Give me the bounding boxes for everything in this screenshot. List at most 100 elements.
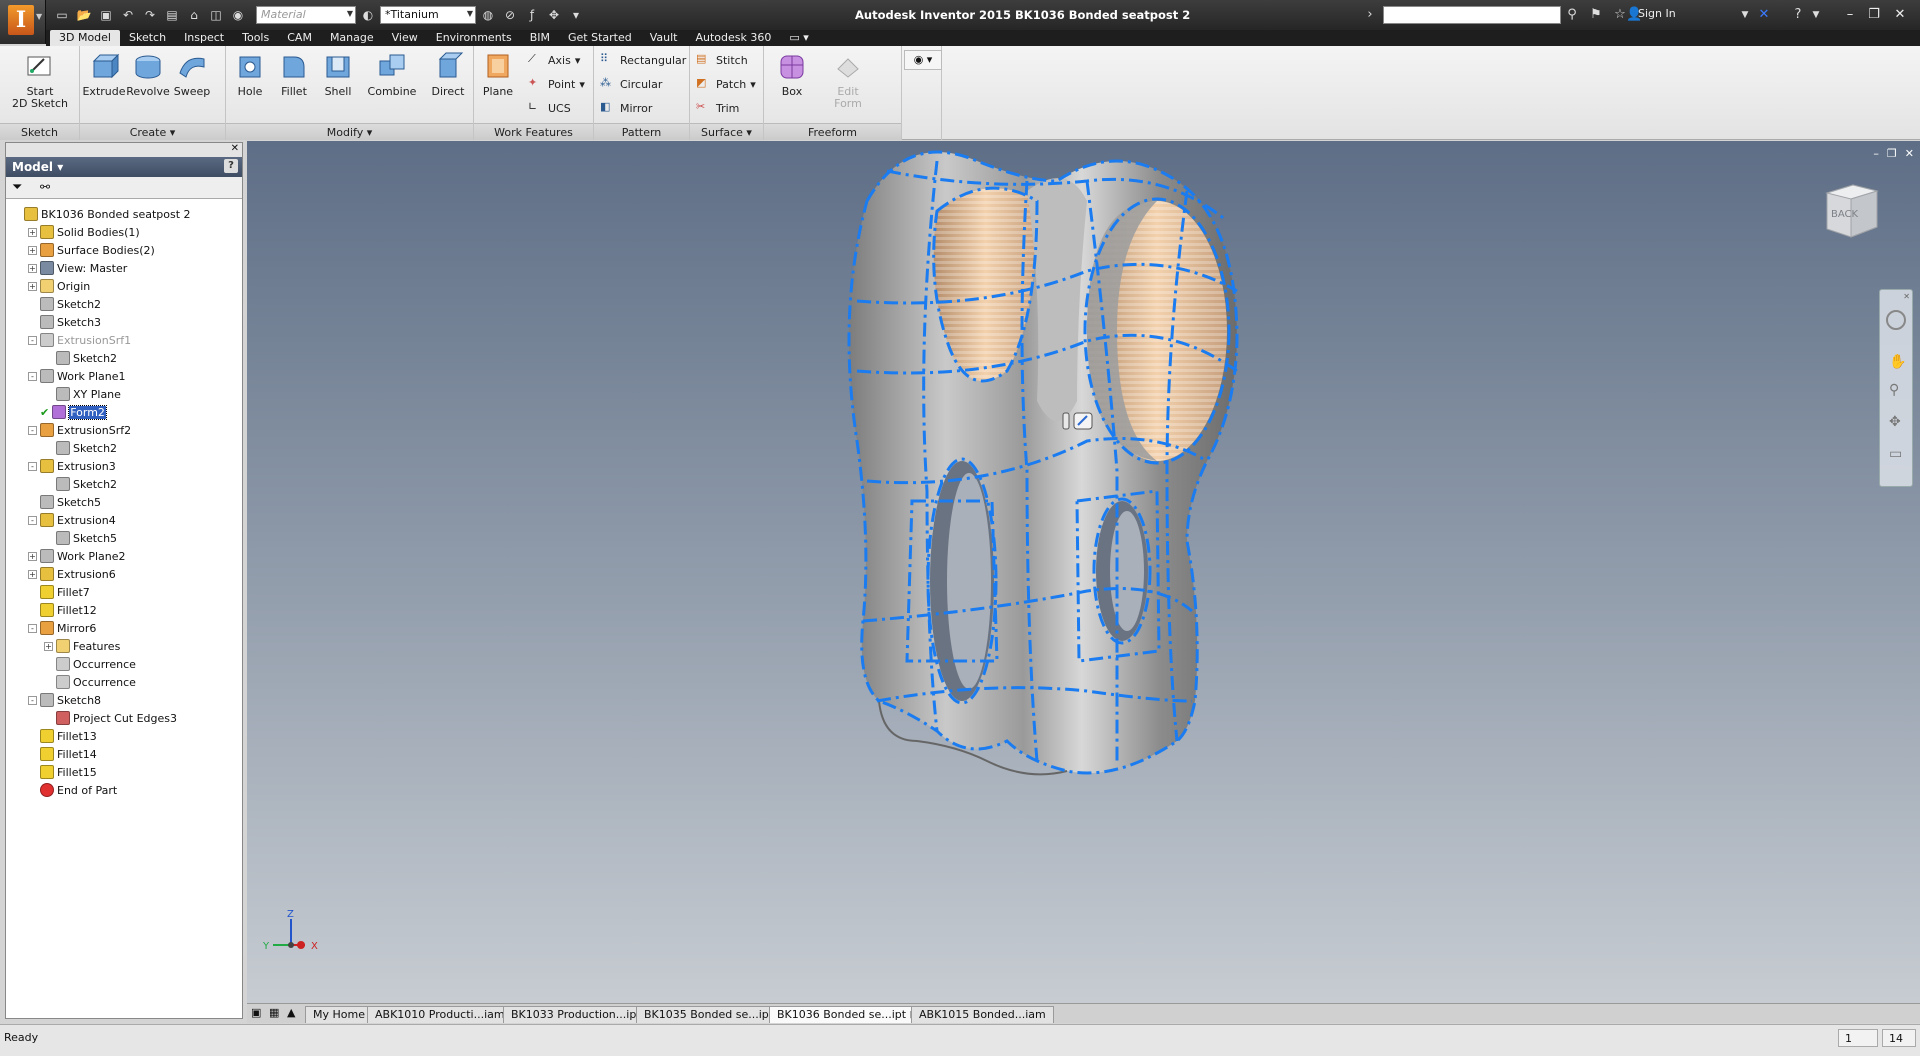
clear-icon[interactable]: ⊘ — [500, 5, 520, 25]
search-input[interactable] — [1383, 6, 1561, 24]
select-icon[interactable]: ◫ — [206, 5, 226, 25]
tab-view[interactable]: View — [383, 30, 427, 46]
seatpost-3d-model[interactable] — [787, 141, 1307, 941]
doc-tab-abk1010[interactable]: ABK1010 Producti...iam — [367, 1006, 513, 1023]
tab-get-started[interactable]: Get Started — [559, 30, 641, 46]
close-icon[interactable]: ✕ — [1905, 147, 1914, 160]
ucs-button[interactable]: ∟ UCS — [528, 98, 571, 118]
expand-toggle-icon[interactable]: + — [28, 263, 37, 273]
chevron-right-icon[interactable]: › — [1360, 5, 1380, 25]
expand-toggle-icon[interactable]: + — [28, 245, 37, 255]
expand-toggle-icon[interactable]: - — [28, 695, 37, 705]
adjust-icon[interactable]: ◍ — [478, 5, 498, 25]
restore-icon[interactable]: ❐ — [1864, 6, 1884, 24]
tab-cam[interactable]: CAM — [278, 30, 321, 46]
browser-grip[interactable]: ✕ — [6, 143, 242, 157]
tab-3d-model[interactable]: 3D Model — [50, 30, 120, 46]
expand-toggle-icon[interactable]: - — [28, 461, 37, 471]
doc-tab-my-home[interactable]: My Home — [305, 1006, 373, 1023]
tree-node[interactable]: - Mirror6 — [28, 619, 96, 637]
trim-button[interactable]: ✂ Trim — [696, 98, 739, 118]
expand-toggle-icon[interactable]: + — [44, 641, 53, 651]
binoculars-icon[interactable]: ⚯ — [40, 180, 50, 194]
tab-autodesk-360[interactable]: Autodesk 360 — [687, 30, 781, 46]
tree-node[interactable]: End of Part — [28, 781, 117, 799]
revolve-button[interactable]: Revolve — [126, 51, 170, 98]
viewcube[interactable]: BACK — [1819, 175, 1883, 241]
tree-node[interactable]: BK1036 Bonded seatpost 2 — [12, 205, 191, 223]
shell-button[interactable]: Shell — [316, 51, 360, 98]
expand-toggle-icon[interactable]: + — [28, 227, 37, 237]
tree-node[interactable]: + Surface Bodies(2) — [28, 241, 155, 259]
tree-node[interactable]: - ExtrusionSrf1 — [28, 331, 131, 349]
tree-node[interactable]: Fillet7 — [28, 583, 90, 601]
print-icon[interactable]: ▤ — [162, 5, 182, 25]
ribbon-options-icon[interactable]: ▭ ▾ — [780, 30, 817, 46]
expand-toggle-icon[interactable]: + — [28, 569, 37, 579]
circular-pattern-button[interactable]: ⁂ Circular — [600, 74, 662, 94]
close-icon[interactable]: ✕ — [1903, 292, 1910, 301]
tree-node[interactable]: Occurrence — [44, 673, 136, 691]
browser-header[interactable]: Model ▾? — [6, 157, 242, 177]
chevron-down-icon[interactable]: ▼ — [1735, 5, 1755, 25]
expand-toggle-icon[interactable]: - — [28, 335, 37, 345]
save-icon[interactable]: ▣ — [96, 5, 116, 25]
orbit-icon[interactable]: ✥ — [1889, 414, 1901, 430]
arrange-icon[interactable]: ▦ — [269, 1006, 279, 1019]
tree-node[interactable]: Occurrence — [44, 655, 136, 673]
exchange-icon[interactable]: ✕ — [1754, 5, 1774, 25]
tree-node[interactable]: - Sketch8 — [28, 691, 101, 709]
tab-tools[interactable]: Tools — [233, 30, 278, 46]
tree-node[interactable]: + View: Master — [28, 259, 127, 277]
start-2d-sketch-button[interactable]: Start 2D Sketch — [6, 51, 74, 110]
tree-node[interactable]: XY Plane — [44, 385, 121, 403]
undo-icon[interactable]: ↶ — [118, 5, 138, 25]
fillet-button[interactable]: Fillet — [272, 51, 316, 98]
tab-inspect[interactable]: Inspect — [175, 30, 233, 46]
patch-button[interactable]: ◩ Patch ▾ — [696, 74, 756, 94]
panel-title-modify[interactable]: Modify ▾ — [226, 123, 473, 140]
doc-tab-bk1036[interactable]: BK1036 Bonded se...ipt ⊠ — [769, 1006, 927, 1023]
project-icon[interactable]: ⌂ — [184, 5, 204, 25]
sweep-button[interactable]: Sweep — [170, 51, 214, 98]
direct-button[interactable]: Direct — [426, 51, 470, 98]
tree-node[interactable]: + Features — [44, 637, 120, 655]
extrude-button[interactable]: Extrude — [82, 51, 126, 98]
move-icon[interactable]: ✥ — [544, 5, 564, 25]
look-at-icon[interactable]: ▭ — [1889, 446, 1902, 462]
edit-form-button[interactable]: Edit Form — [826, 51, 870, 110]
minimize-icon[interactable]: – — [1873, 147, 1879, 160]
tree-node[interactable]: Sketch2 — [28, 295, 101, 313]
doc-tab-bk1033[interactable]: BK1033 Production...ipt — [503, 1006, 649, 1023]
tile-icon[interactable]: ▣ — [251, 1006, 261, 1019]
doc-tab-abk1015[interactable]: ABK1015 Bonded...iam — [911, 1006, 1054, 1023]
tree-node[interactable]: Sketch2 — [44, 439, 117, 457]
zoom-icon[interactable]: ⚲ — [1889, 382, 1899, 398]
tree-node[interactable]: Sketch5 — [28, 493, 101, 511]
tree-node[interactable]: + Origin — [28, 277, 90, 295]
tree-node[interactable]: Sketch2 — [44, 475, 117, 493]
fx-icon[interactable]: ƒ — [522, 5, 542, 25]
tree-node[interactable]: Project Cut Edges3 — [44, 709, 177, 727]
point-button[interactable]: ✦ Point ▾ — [528, 74, 585, 94]
customize-icon[interactable]: ▾ — [566, 5, 586, 25]
close-icon[interactable]: ✕ — [1890, 6, 1910, 24]
open-documents-icon[interactable]: ▲ — [287, 1006, 295, 1019]
appearance-combo[interactable]: *Titanium ▼ — [380, 6, 476, 24]
tab-vault[interactable]: Vault — [641, 30, 687, 46]
tree-node[interactable]: Sketch3 — [28, 313, 101, 331]
tab-bim[interactable]: BIM — [521, 30, 559, 46]
chevron-down-icon[interactable]: ▼ — [1806, 5, 1826, 25]
tree-node[interactable]: + Work Plane2 — [28, 547, 126, 565]
tree-node[interactable]: + Solid Bodies(1) — [28, 223, 140, 241]
panel-title-surface[interactable]: Surface ▾ — [690, 123, 763, 140]
close-icon[interactable]: ✕ — [231, 143, 239, 154]
open-icon[interactable]: 📂 — [74, 5, 94, 25]
graphics-window[interactable]: – ❐ ✕ BACK ✕ ✋ ⚲ ✥ ▭ Z Y X — [247, 141, 1920, 1003]
new-icon[interactable]: ▭ — [52, 5, 72, 25]
restore-icon[interactable]: ❐ — [1887, 147, 1897, 160]
pan-icon[interactable]: ✋ — [1889, 354, 1906, 370]
tree-node[interactable]: - Extrusion3 — [28, 457, 116, 475]
minimize-icon[interactable]: – — [1840, 6, 1860, 24]
expand-toggle-icon[interactable]: - — [28, 623, 37, 633]
